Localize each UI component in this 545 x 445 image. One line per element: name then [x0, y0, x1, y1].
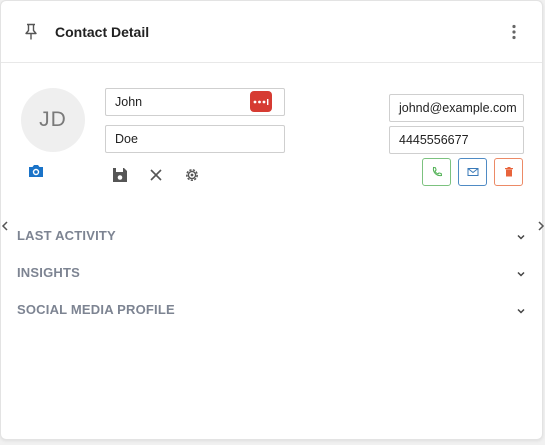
save-icon[interactable]: [111, 166, 129, 184]
last-name-field[interactable]: Doe: [105, 125, 285, 153]
email-button[interactable]: [458, 158, 487, 186]
section-insights[interactable]: INSIGHTS: [17, 265, 529, 285]
email-field[interactable]: johnd@example.com: [389, 94, 524, 122]
mail-icon: [467, 168, 478, 176]
more-vertical-icon[interactable]: [506, 23, 522, 41]
password-manager-icon[interactable]: [250, 91, 272, 112]
avatar-initials: JD: [39, 108, 67, 131]
card-header: Contact Detail: [1, 1, 542, 63]
avatar: JD: [21, 88, 85, 152]
section-label: SOCIAL MEDIA PROFILE: [17, 302, 175, 317]
phone-field[interactable]: 4445556677: [389, 126, 524, 154]
section-last-activity[interactable]: LAST ACTIVITY: [17, 228, 529, 248]
first-name-value: John: [115, 95, 143, 109]
call-button[interactable]: [422, 158, 451, 186]
contact-detail-card: Contact Detail JD John Doe johnd@example…: [0, 0, 545, 440]
pin-icon[interactable]: [23, 23, 39, 41]
last-name-value: Doe: [115, 132, 138, 146]
email-value: johnd@example.com: [399, 101, 517, 115]
password-dots-icon: [253, 98, 269, 105]
gear-icon[interactable]: [183, 166, 201, 184]
delete-button[interactable]: [494, 158, 523, 186]
chevron-left-icon[interactable]: [1, 220, 9, 232]
close-icon[interactable]: [147, 166, 165, 184]
camera-icon[interactable]: [27, 162, 45, 180]
phone-value: 4445556677: [399, 133, 469, 147]
chevron-down-icon: [517, 271, 525, 277]
chevron-down-icon: [517, 234, 525, 240]
section-label: INSIGHTS: [17, 265, 80, 280]
phone-icon: [432, 166, 442, 177]
section-label: LAST ACTIVITY: [17, 228, 116, 243]
page-title: Contact Detail: [55, 24, 150, 40]
chevron-down-icon: [517, 308, 525, 314]
trash-icon: [504, 167, 513, 177]
chevron-right-icon[interactable]: [537, 220, 545, 232]
section-social-media-profile[interactable]: SOCIAL MEDIA PROFILE: [17, 302, 529, 322]
